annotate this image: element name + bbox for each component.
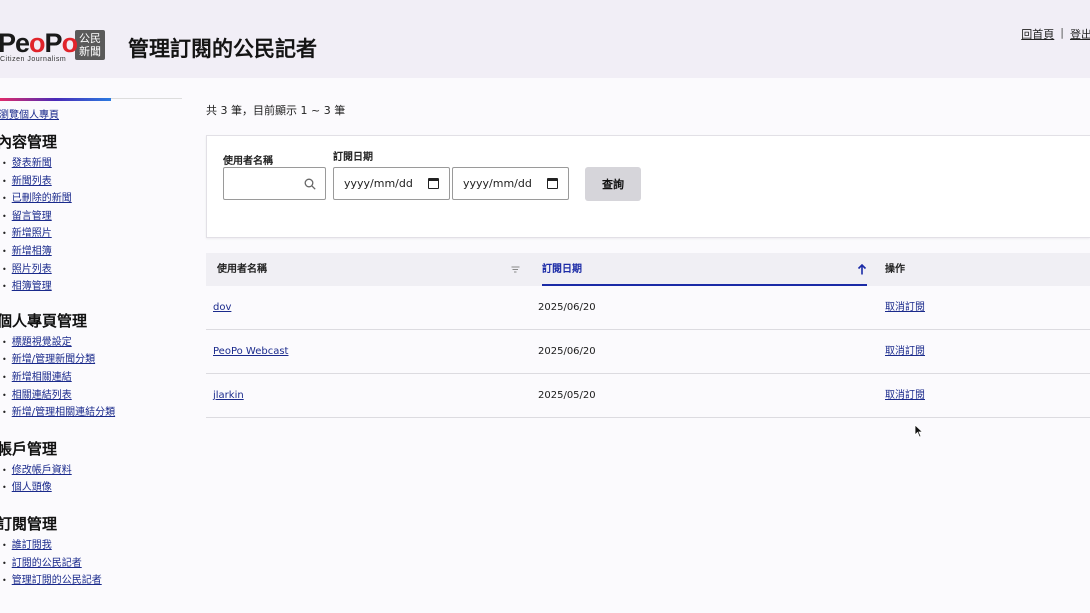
logo-badge-line2: 新聞 [79,45,101,58]
sidebar-item-link[interactable]: 新增相關連結 [12,372,72,383]
unsubscribe-link[interactable]: 取消訂閱 [885,390,925,401]
user-link[interactable]: PeoPo Webcast [213,346,288,357]
sidebar-item[interactable]: 新增/管理新聞分類 [0,351,182,369]
subscriptions-table: 使用者名稱 訂閱日期 操作 dov 2025/06/20 取消訂閱 PeoPo … [206,253,1090,418]
sidebar-item-link[interactable]: 已刪除的新聞 [12,193,72,204]
header-links: 回首頁 | 登出 [1021,26,1090,42]
date-to-field[interactable]: yyyy/mm/dd [452,167,569,200]
table-row: jlarkin 2025/05/20 取消訂閱 [206,374,1090,418]
username-label: 使用者名稱 [223,156,273,167]
sidebar-list-subscription: 誰訂閱我 訂閱的公民記者 管理訂閱的公民記者 [0,537,182,590]
column-header-action: 操作 [885,264,905,275]
sidebar-item[interactable]: 發表新聞 [0,155,182,173]
sidebar-item-link[interactable]: 訂閱的公民記者 [12,558,82,569]
sidebar-item-link[interactable]: 個人頭像 [12,482,52,493]
sidebar-item[interactable]: 新增照片 [0,225,182,243]
sidebar-item-link[interactable]: 新聞列表 [12,176,52,187]
sidebar-list-account: 修改帳戶資料 個人頭像 [0,462,182,497]
date-from-field[interactable]: yyyy/mm/dd [333,167,450,200]
date-from-placeholder: yyyy/mm/dd [344,177,413,190]
search-button[interactable]: 查詢 [585,167,641,201]
mouse-pointer-icon [914,424,924,438]
sidebar-list-content: 發表新聞 新聞列表 已刪除的新聞 留言管理 新增照片 新增相簿 照片列表 相簿管… [0,155,182,296]
sidebar-item[interactable]: 新增相簿 [0,243,182,261]
sort-icon[interactable] [511,265,520,274]
sidebar-item[interactable]: 誰訂閱我 [0,537,182,555]
arrow-up-icon[interactable] [857,264,867,275]
sidebar-item-link[interactable]: 新增/管理新聞分類 [12,354,95,365]
unsubscribe-link[interactable]: 取消訂閱 [885,346,925,357]
unsubscribe-link[interactable]: 取消訂閱 [885,302,925,313]
sidebar-item-link[interactable]: 修改帳戶資料 [12,465,72,476]
header-separator: | [1060,26,1064,39]
subscribe-date: 2025/05/20 [538,390,596,401]
logout-link[interactable]: 登出 [1070,26,1090,42]
sidebar-profile-link[interactable]: 瀏覽個人專頁 [0,106,182,121]
sidebar-item-link[interactable]: 新增/管理相關連結分類 [12,407,115,418]
username-search-input[interactable] [223,167,326,200]
sidebar-item-link[interactable]: 新增照片 [12,228,52,239]
sidebar-item[interactable]: 相關連結列表 [0,387,182,405]
sidebar-item[interactable]: 修改帳戶資料 [0,462,182,480]
date-to-placeholder: yyyy/mm/dd [463,177,532,190]
search-icon [304,178,316,190]
sidebar-item-link[interactable]: 管理訂閱的公民記者 [12,575,102,586]
sidebar-item-link[interactable]: 相關連結列表 [12,390,72,401]
user-link[interactable]: jlarkin [213,390,244,401]
page-title: 管理訂閱的公民記者 [128,37,317,61]
logo-badge-line1: 公民 [79,32,101,45]
result-count: 共 3 筆，目前顯示 1 ~ 3 筆 [206,104,346,117]
column-header-username[interactable]: 使用者名稱 [217,253,267,286]
subscribe-date: 2025/06/20 [538,302,596,313]
sidebar-item-link[interactable]: 相簿管理 [12,281,52,292]
calendar-icon[interactable] [547,178,558,189]
sidebar: 瀏覽個人專頁 內容管理 發表新聞 新聞列表 已刪除的新聞 留言管理 新增照片 新… [0,98,182,590]
sidebar-section-title: 帳戶管理 [0,439,58,458]
sidebar-item-link[interactable]: 發表新聞 [12,158,52,169]
sidebar-item-link[interactable]: 留言管理 [12,211,52,222]
sidebar-item[interactable]: 訂閱的公民記者 [0,555,182,573]
sidebar-item[interactable]: 新增相關連結 [0,369,182,387]
logo-text: PeoPo [0,28,78,58]
date-label: 訂閱日期 [333,152,373,163]
sidebar-item[interactable]: 新聞列表 [0,173,182,191]
sidebar-list-profile: 標題視覺設定 新增/管理新聞分類 新增相關連結 相關連結列表 新增/管理相關連結… [0,334,182,422]
sidebar-section-title: 內容管理 [0,133,58,151]
calendar-icon[interactable] [428,178,439,189]
sidebar-item-link[interactable]: 誰訂閱我 [12,540,52,551]
home-link[interactable]: 回首頁 [1021,26,1054,42]
sidebar-accent-line [0,98,111,101]
sidebar-item[interactable]: 留言管理 [0,208,182,226]
logo-wordmark: PeoPo Citizen Journalism [0,28,78,64]
sidebar-item[interactable]: 相簿管理 [0,278,182,296]
user-link[interactable]: dov [213,302,231,313]
sidebar-item[interactable]: 管理訂閱的公民記者 [0,572,182,590]
sidebar-item[interactable]: 照片列表 [0,261,182,279]
logo-subtitle: Citizen Journalism [0,56,67,63]
header: PeoPo Citizen Journalism 公民 新聞 管理訂閱的公民記者… [0,0,1090,78]
sidebar-section-title: 個人專頁管理 [0,311,88,330]
subscribe-date: 2025/06/20 [538,346,596,357]
table-header: 使用者名稱 訂閱日期 操作 [206,253,1090,286]
sidebar-item[interactable]: 標題視覺設定 [0,334,182,352]
site-logo[interactable]: PeoPo Citizen Journalism 公民 新聞 [0,28,105,64]
sidebar-item-link[interactable]: 照片列表 [12,264,52,275]
table-row: dov 2025/06/20 取消訂閱 [206,286,1090,330]
filter-panel: 使用者名稱 訂閱日期 yyyy/mm/dd yyyy/mm/dd 查詢 [206,135,1090,238]
sidebar-divider [111,98,182,99]
table-row: PeoPo Webcast 2025/06/20 取消訂閱 [206,330,1090,374]
sidebar-item[interactable]: 個人頭像 [0,479,182,497]
sidebar-item[interactable]: 已刪除的新聞 [0,190,182,208]
sidebar-item[interactable]: 新增/管理相關連結分類 [0,404,182,422]
sidebar-item-link[interactable]: 標題視覺設定 [12,337,72,348]
sidebar-section-title: 訂閱管理 [0,514,58,533]
sidebar-item-link[interactable]: 新增相簿 [12,246,52,257]
column-header-date[interactable]: 訂閱日期 [542,253,582,286]
logo-badge: 公民 新聞 [75,30,105,60]
